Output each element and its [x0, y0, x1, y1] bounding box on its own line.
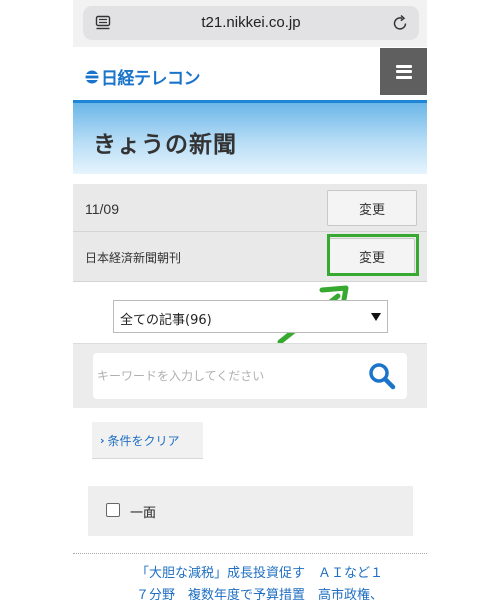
selected-paper: 日本経済新聞朝刊	[85, 251, 182, 265]
article-headline-line1: 「大胆な減税」成長投資促す ＡＩなど１	[136, 566, 384, 581]
date-row: 11/09 変更	[73, 184, 427, 232]
logo-mark-icon	[85, 70, 99, 83]
clear-conditions-button[interactable]: › 条件をクリア	[92, 422, 203, 459]
change-paper-button[interactable]: 変更	[329, 238, 415, 274]
search-box	[93, 353, 407, 399]
category-selected-value: 全ての記事(96)	[120, 313, 212, 328]
logo-text: 日経テレコン	[101, 69, 201, 89]
selected-date: 11/09	[85, 201, 119, 217]
title-band: きょうの新聞	[73, 100, 427, 174]
hamburger-icon	[395, 64, 412, 79]
address-bar[interactable]: t21.nikkei.co.jp	[83, 6, 419, 40]
article-headline-line2: ７分野 複数年度で予算措置 高市政権、	[136, 588, 384, 600]
search-input[interactable]	[97, 353, 357, 399]
search-icon[interactable]	[367, 362, 397, 390]
url-text: t21.nikkei.co.jp	[201, 14, 301, 31]
paper-row: 日本経済新聞朝刊 変更	[73, 232, 427, 282]
page-title: きょうの新聞	[93, 132, 237, 158]
section-label: 一面	[130, 506, 157, 521]
dotted-separator	[73, 553, 427, 554]
browser-toolbar: t21.nikkei.co.jp	[73, 0, 427, 47]
chevron-right-icon: ›	[100, 433, 105, 447]
change-date-button[interactable]: 変更	[327, 190, 417, 226]
menu-button[interactable]	[380, 48, 427, 95]
section-filter-front-page[interactable]: 一面	[88, 486, 413, 536]
search-area	[73, 344, 427, 408]
clear-conditions-label: 条件をクリア	[107, 433, 180, 448]
site-header: 日経テレコン	[73, 47, 427, 100]
category-select[interactable]: 全ての記事(96)	[113, 300, 388, 333]
reload-icon[interactable]	[391, 14, 409, 32]
front-page-checkbox[interactable]	[106, 503, 120, 517]
nikkei-telecom-logo[interactable]: 日経テレコン	[85, 64, 201, 89]
dropdown-caret-icon	[371, 313, 381, 321]
article-headline-link[interactable]: 「大胆な減税」成長投資促す ＡＩなど１ ７分野 複数年度で予算措置 高市政権、	[136, 563, 414, 600]
